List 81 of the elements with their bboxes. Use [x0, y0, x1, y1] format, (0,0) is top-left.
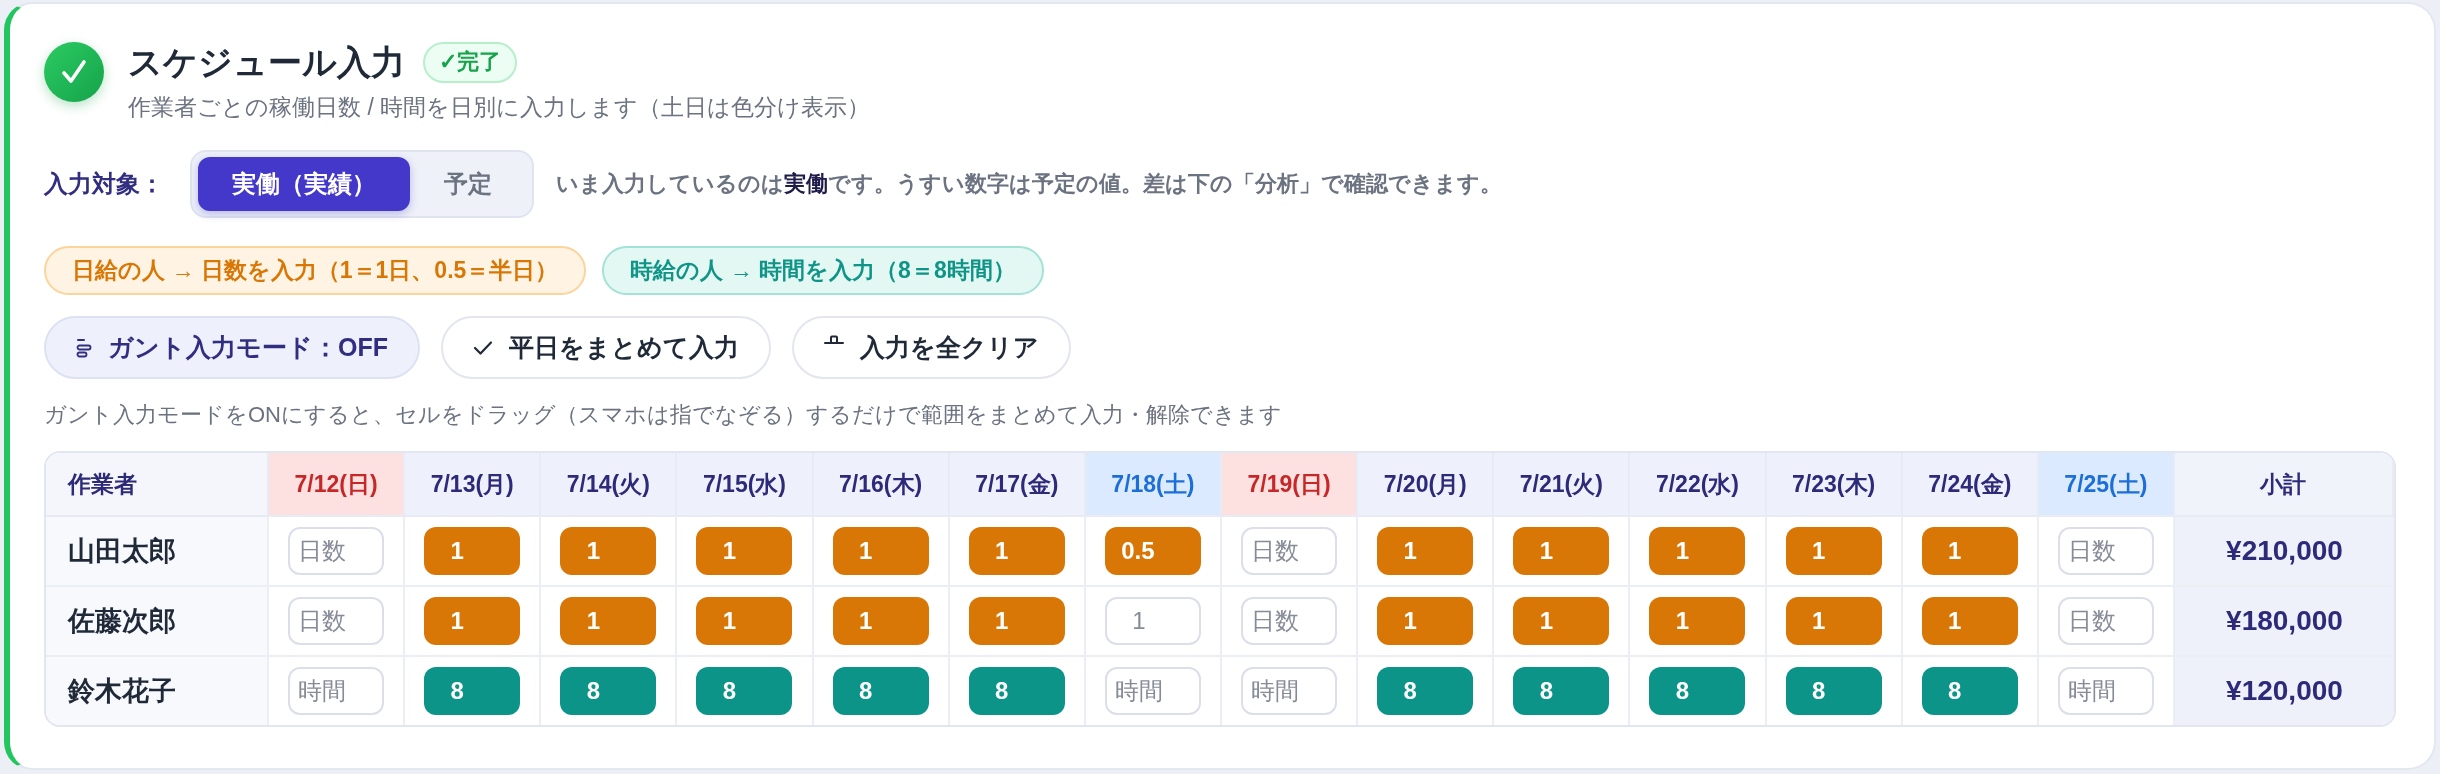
- bulk-fill-button[interactable]: 平日をまとめて入力: [441, 316, 771, 379]
- column-header: 7/20(月): [1358, 453, 1495, 517]
- worker-name-cell: 鈴木花子: [46, 657, 269, 725]
- column-header: 7/12(日): [269, 453, 406, 517]
- input-field[interactable]: 8: [1785, 667, 1882, 715]
- column-header: 7/13(月): [405, 453, 542, 517]
- input-field[interactable]: 日数: [288, 527, 385, 575]
- input-field[interactable]: 1: [560, 597, 657, 645]
- target-note: いま入力しているのは実働です。うすい数字は予定の値。差は下の「分析」で確認できます。: [556, 170, 1502, 198]
- gantt-mode-button[interactable]: ガント入力モード：OFF: [44, 316, 420, 379]
- input-field[interactable]: 時間: [2057, 667, 2154, 715]
- input-field[interactable]: 1: [1785, 597, 1882, 645]
- clear-all-button[interactable]: 入力を全クリア: [792, 316, 1071, 379]
- input-field[interactable]: 1: [1513, 597, 1610, 645]
- subtotal-cell: ¥210,000: [2175, 517, 2394, 587]
- input-field[interactable]: 日数: [2057, 527, 2154, 575]
- input-field[interactable]: 8: [424, 667, 521, 715]
- column-header: 7/21(火): [1494, 453, 1631, 517]
- input-field[interactable]: 8: [1649, 667, 1746, 715]
- input-field[interactable]: 時間: [1241, 667, 1338, 715]
- segment-tab[interactable]: 予定: [410, 157, 526, 211]
- input-field[interactable]: 8: [1513, 667, 1610, 715]
- column-header: 作業者: [46, 453, 269, 517]
- column-header: 7/16(木): [813, 453, 950, 517]
- column-header: 7/15(水): [677, 453, 814, 517]
- gantt-bars-icon: [76, 337, 92, 358]
- input-field[interactable]: 時間: [1104, 667, 1201, 715]
- column-header: 7/25(土): [2038, 453, 2175, 517]
- input-field[interactable]: 1: [1785, 527, 1882, 575]
- check-circle-icon: [44, 42, 104, 102]
- input-field[interactable]: 1: [696, 597, 793, 645]
- subtotal-cell: ¥120,000: [2175, 657, 2394, 725]
- input-field[interactable]: 1: [968, 597, 1065, 645]
- input-field[interactable]: 日数: [288, 597, 385, 645]
- column-header: 小計: [2175, 453, 2394, 517]
- input-field[interactable]: 1: [1104, 597, 1201, 645]
- segment-tab[interactable]: 実働（実績）: [198, 157, 410, 211]
- input-field[interactable]: 1: [832, 597, 929, 645]
- input-field[interactable]: 8: [968, 667, 1065, 715]
- input-field[interactable]: 1: [1377, 597, 1474, 645]
- input-field[interactable]: 1: [1513, 527, 1610, 575]
- input-field[interactable]: 1: [1921, 527, 2018, 575]
- column-header: 7/24(金): [1902, 453, 2039, 517]
- input-field[interactable]: 8: [1921, 667, 2018, 715]
- input-field[interactable]: 1: [424, 527, 521, 575]
- input-field[interactable]: 1: [1649, 597, 1746, 645]
- page-subtitle: 作業者ごとの稼働日数 / 時間を日別に入力します（土日は色分け表示）: [128, 93, 871, 122]
- worker-name-cell: 佐藤次郎: [46, 587, 269, 657]
- input-field[interactable]: 1: [832, 527, 929, 575]
- input-field[interactable]: 8: [1377, 667, 1474, 715]
- legend-tag: 時給の人 → 時間を入力（8＝8時間）: [602, 246, 1044, 295]
- input-field[interactable]: 日数: [1241, 527, 1338, 575]
- input-field[interactable]: 0.5: [1104, 527, 1201, 575]
- input-field[interactable]: 8: [560, 667, 657, 715]
- input-field[interactable]: 8: [696, 667, 793, 715]
- input-field[interactable]: 日数: [2057, 597, 2154, 645]
- input-field[interactable]: 日数: [1241, 597, 1338, 645]
- input-field[interactable]: 1: [1921, 597, 2018, 645]
- legend-tag: 日給の人 → 日数を入力（1＝1日、0.5＝半日）: [44, 246, 587, 295]
- subtotal-cell: ¥180,000: [2175, 587, 2394, 657]
- trash-lid-icon: [824, 335, 844, 345]
- input-field[interactable]: 1: [560, 527, 657, 575]
- column-header: 7/18(土): [1085, 453, 1222, 517]
- input-field[interactable]: 1: [1377, 527, 1474, 575]
- input-field[interactable]: 1: [968, 527, 1065, 575]
- column-header: 7/22(水): [1630, 453, 1767, 517]
- column-header: 7/23(木): [1766, 453, 1903, 517]
- worker-name-cell: 山田太郎: [46, 517, 269, 587]
- status-badge: ✓完了: [423, 41, 517, 83]
- input-field[interactable]: 1: [424, 597, 521, 645]
- page-title: スケジュール入力: [128, 42, 405, 83]
- input-field[interactable]: 1: [696, 527, 793, 575]
- target-label: 入力対象：: [44, 169, 164, 199]
- column-header: 7/14(火): [541, 453, 678, 517]
- check-icon: [473, 339, 493, 356]
- column-header: 7/17(金): [949, 453, 1086, 517]
- input-field[interactable]: 時間: [288, 667, 385, 715]
- gantt-hint: ガント入力モードをONにすると、セルをドラッグ（スマホは指でなぞる）するだけで範囲をまとめて入力・解除できます: [44, 401, 1283, 429]
- input-field[interactable]: 8: [832, 667, 929, 715]
- input-field[interactable]: 1: [1649, 527, 1746, 575]
- column-header: 7/19(日): [1222, 453, 1359, 517]
